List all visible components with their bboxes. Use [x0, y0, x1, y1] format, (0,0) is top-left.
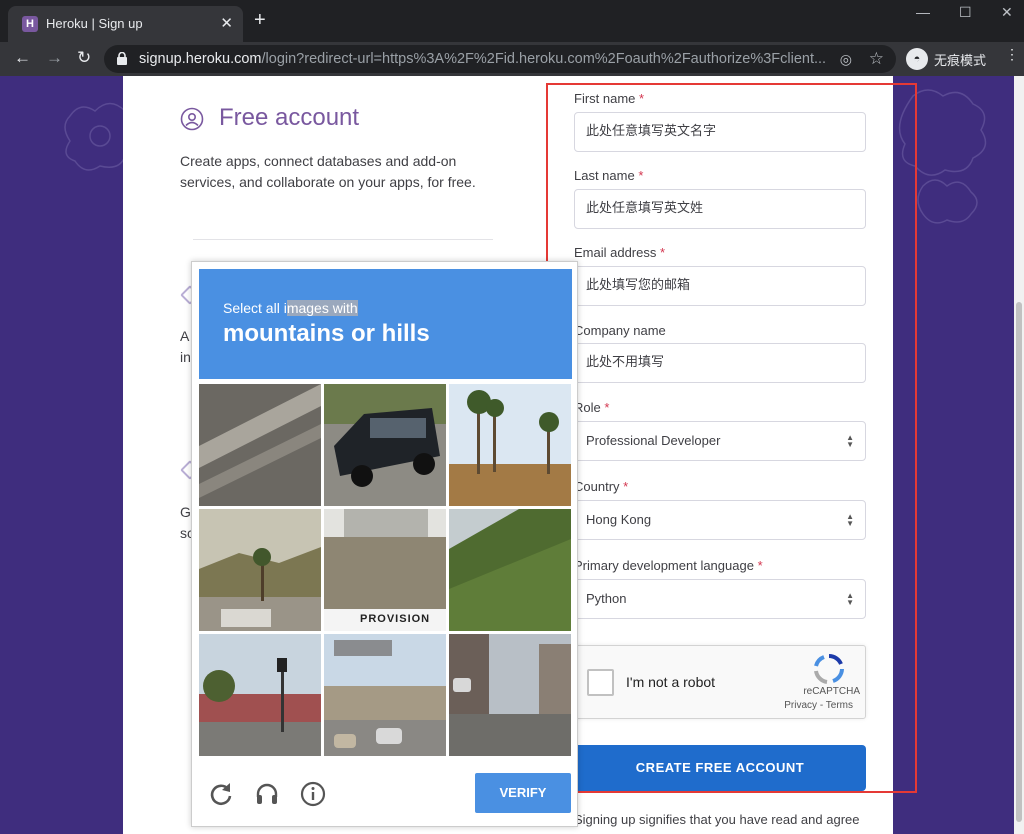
select-arrows-icon: ▲ ▼ [846, 512, 854, 528]
feature-text-1a: A [180, 328, 190, 344]
palm-trees-image [449, 384, 571, 506]
recaptcha-links: Privacy - Terms [784, 700, 853, 711]
reload-icon[interactable]: ↻ [77, 48, 91, 68]
new-tab-button[interactable]: + [254, 10, 266, 30]
challenge-tile[interactable] [199, 634, 321, 756]
challenge-tile[interactable] [199, 509, 321, 631]
country-select[interactable]: Hong Kong ▲ ▼ [574, 500, 866, 540]
create-free-account-button[interactable]: CREATE FREE ACCOUNT [574, 745, 866, 791]
green-hill-image [449, 509, 571, 631]
language-selected-value: Python [586, 591, 627, 606]
language-select[interactable]: Python ▲ ▼ [574, 579, 866, 619]
challenge-image-grid: PROVISION [199, 384, 572, 756]
bookmark-star-icon[interactable]: ☆ [869, 49, 884, 69]
back-arrow-icon[interactable]: ← [14, 48, 31, 68]
background-pattern-right [898, 89, 987, 224]
select-arrows-icon: ▲ ▼ [846, 433, 854, 449]
first-name-label: First name * [574, 91, 645, 106]
challenge-header: Select all images with mountains or hill… [199, 269, 572, 379]
recaptcha-label: I'm not a robot [626, 674, 716, 690]
hills-image [199, 509, 321, 631]
incognito-indicator[interactable]: ◓ 无痕模式 [906, 47, 986, 71]
browser-tab[interactable]: H Heroku | Sign up ✕ [8, 6, 243, 42]
street-image [199, 634, 321, 756]
verify-button[interactable]: VERIFY [475, 773, 571, 813]
country-label: Country * [574, 479, 629, 494]
email-label: Email address * [574, 245, 666, 260]
language-label: Primary development language * [574, 558, 763, 573]
challenge-target: mountains or hills [223, 320, 430, 347]
challenge-tile[interactable] [449, 384, 571, 506]
challenge-tile[interactable] [199, 384, 321, 506]
company-label: Company name [574, 323, 666, 338]
first-name-field[interactable]: 此处任意填写英文名字 [574, 112, 866, 152]
scrollbar-thumb[interactable] [1016, 302, 1022, 822]
challenge-tile[interactable] [324, 634, 446, 756]
company-field[interactable]: 此处不用填写 [574, 343, 866, 383]
recaptcha-logo-icon [814, 654, 844, 684]
reload-challenge-icon[interactable] [208, 781, 234, 807]
browser-toolbar: ← → ↻ signup.heroku.com/login?redirect-u… [0, 42, 1024, 76]
challenge-prompt: Select all images with [223, 300, 358, 316]
tab-close-icon[interactable]: ✕ [220, 14, 233, 32]
feature-text-2a: G [180, 504, 191, 520]
recaptcha-checkbox[interactable] [587, 669, 614, 696]
last-name-label: Last name * [574, 168, 644, 183]
challenge-tile[interactable] [324, 384, 446, 506]
role-select[interactable]: Professional Developer ▲ ▼ [574, 421, 866, 461]
terms-link[interactable]: Terms [826, 700, 853, 711]
user-circle-icon [180, 107, 204, 131]
recaptcha-challenge: Select all images with mountains or hill… [191, 261, 578, 827]
free-account-description: Create apps, connect databases and add-o… [180, 153, 476, 190]
suv-image [324, 384, 446, 506]
recaptcha-brand: reCAPTCHA [803, 686, 860, 697]
select-arrows-icon: ▲ ▼ [846, 591, 854, 607]
role-selected-value: Professional Developer [586, 433, 721, 448]
incognito-icon: ◓ [906, 48, 928, 70]
tab-title: Heroku | Sign up [46, 16, 143, 31]
crosswalk-image [199, 384, 321, 506]
terms-text: Signing up signifies that you have read … [574, 812, 860, 827]
window-close-icon[interactable]: ✕ [1001, 4, 1013, 21]
free-account-title: Free account [219, 104, 360, 131]
browser-menu-icon[interactable]: ⋮ [1005, 47, 1019, 61]
challenge-tile[interactable] [449, 634, 571, 756]
van-text: PROVISION [360, 613, 431, 625]
lock-icon [117, 52, 127, 65]
audio-challenge-icon[interactable] [254, 781, 280, 807]
url-text: signup.heroku.com/login?redirect-url=htt… [139, 51, 827, 67]
email-field[interactable]: 此处填写您的邮箱 [574, 266, 866, 306]
recaptcha-widget: I'm not a robot reCAPTCHA Privacy - Term… [574, 645, 866, 719]
section-divider [193, 239, 493, 240]
minimize-icon[interactable]: — [916, 4, 930, 20]
country-selected-value: Hong Kong [586, 512, 652, 527]
role-label: Role * [574, 400, 610, 415]
last-name-field[interactable]: 此处任意填写英文姓 [574, 189, 866, 229]
heroku-favicon-icon: H [22, 16, 38, 32]
tracking-protection-icon[interactable]: ◎ [840, 51, 852, 68]
privacy-link[interactable]: Privacy [784, 700, 817, 711]
maximize-icon[interactable]: ☐ [959, 4, 972, 21]
forward-arrow-icon[interactable]: → [46, 48, 63, 68]
browser-tab-bar: H Heroku | Sign up ✕ + — ☐ ✕ [0, 0, 1024, 42]
street-billboard-image [324, 634, 446, 756]
feature-text-1b: in [180, 349, 191, 365]
city-street-image [449, 634, 571, 756]
incognito-label: 无痕模式 [934, 52, 987, 68]
challenge-tile[interactable]: PROVISION [324, 509, 446, 631]
address-bar[interactable]: signup.heroku.com/login?redirect-url=htt… [104, 45, 896, 73]
info-icon[interactable] [300, 781, 326, 807]
challenge-tile[interactable] [449, 509, 571, 631]
